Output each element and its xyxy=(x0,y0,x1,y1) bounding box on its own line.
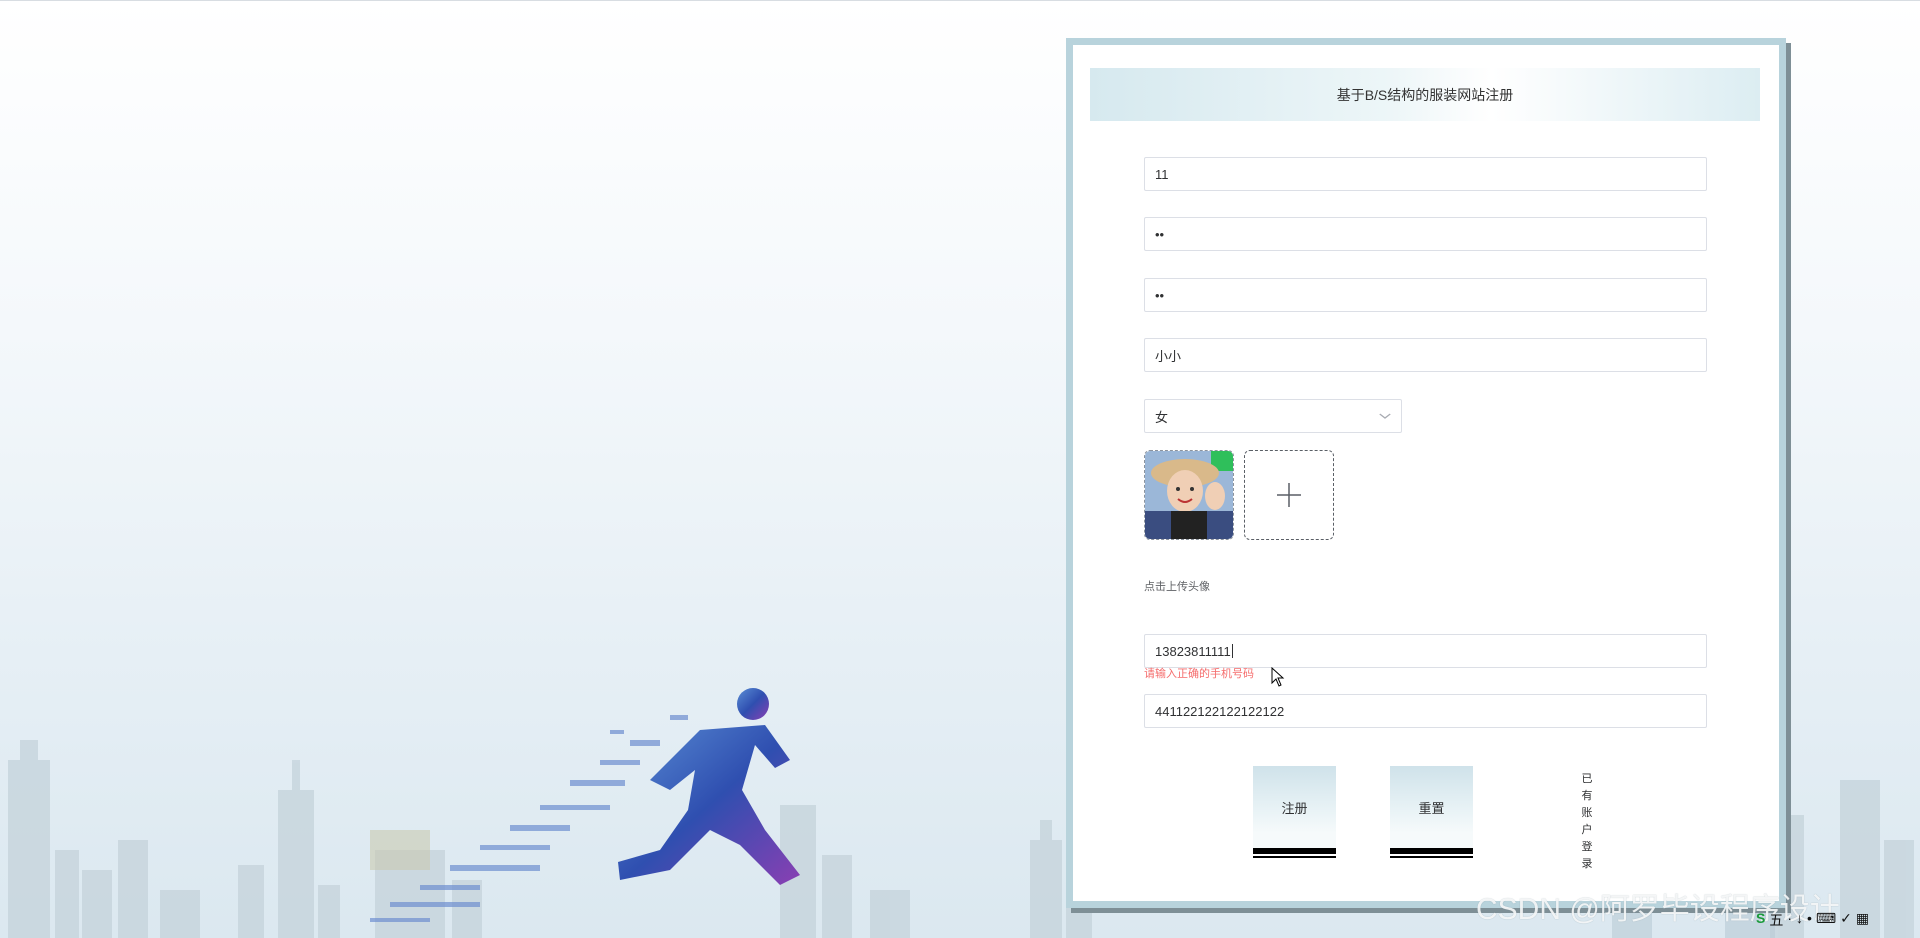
account-input[interactable]: 11 xyxy=(1144,157,1707,191)
system-tray: S 五 · ↓ • ⌨ ✓ ▦ xyxy=(1756,910,1869,930)
phone-error: 请输入正确的手机号码 xyxy=(1144,668,1254,680)
grid-icon[interactable]: ▦ xyxy=(1856,910,1869,930)
avatar-upload-button[interactable] xyxy=(1244,450,1334,540)
tray-item[interactable]: ✓ xyxy=(1840,910,1852,930)
phone-input[interactable]: 13823811111 xyxy=(1144,634,1707,668)
mouse-cursor-icon xyxy=(1271,667,1285,687)
id-card-value: 441122122122122122 xyxy=(1155,703,1285,719)
confirm-password-input[interactable]: •• xyxy=(1144,278,1707,312)
top-border xyxy=(0,0,1920,1)
id-card-input[interactable]: 441122122122122122 xyxy=(1144,694,1707,728)
reset-button[interactable]: 重置 xyxy=(1390,766,1473,858)
s-logo-icon[interactable]: S xyxy=(1756,910,1765,930)
confirm-password-value: •• xyxy=(1155,287,1165,303)
card-header: 基于B/S结构的服装网站注册 xyxy=(1090,68,1760,121)
runner-illustration xyxy=(370,688,800,922)
text-caret xyxy=(1231,644,1233,658)
avatar-preview[interactable] xyxy=(1144,450,1234,540)
keyboard-icon[interactable]: ⌨ xyxy=(1816,910,1836,930)
plus-icon xyxy=(1277,483,1301,507)
gender-select[interactable]: 女 xyxy=(1144,399,1402,433)
phone-value: 13823811111 xyxy=(1155,643,1231,659)
name-value: 小小 xyxy=(1155,348,1182,364)
page-title: 基于B/S结构的服装网站注册 xyxy=(1336,86,1514,103)
upload-tip: 点击上传头像 xyxy=(1144,581,1210,593)
password-value: •• xyxy=(1155,226,1165,242)
register-button[interactable]: 注册 xyxy=(1253,766,1336,858)
tray-item[interactable]: ↓ xyxy=(1796,910,1803,930)
register-card: 基于B/S结构的服装网站注册 11 •• •• 小小 女 点击上传头像 1382… xyxy=(1066,38,1786,908)
tray-item[interactable]: · xyxy=(1787,910,1792,930)
name-input[interactable]: 小小 xyxy=(1144,338,1707,372)
chevron-down-icon xyxy=(1377,410,1393,422)
password-input[interactable]: •• xyxy=(1144,217,1707,251)
ime-indicator[interactable]: 五 xyxy=(1769,910,1783,930)
gender-value: 女 xyxy=(1155,409,1169,425)
avatar-image xyxy=(1145,451,1233,539)
login-link[interactable]: 已有账户登录 xyxy=(1580,771,1594,873)
tray-item[interactable]: • xyxy=(1807,910,1812,930)
account-value: 11 xyxy=(1155,166,1169,182)
